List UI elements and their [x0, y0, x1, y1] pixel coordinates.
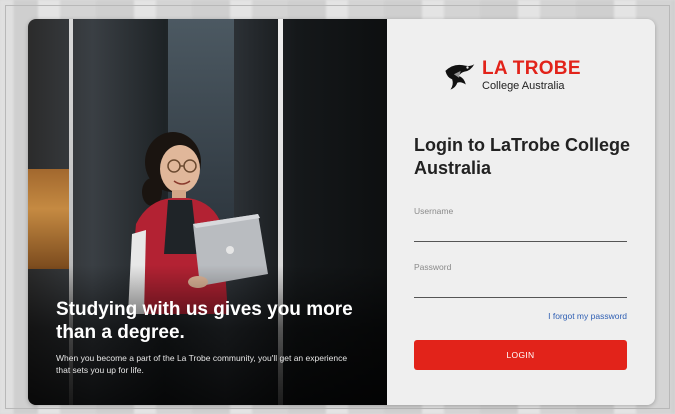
- brand-subname: College Australia: [482, 80, 565, 92]
- eagle-icon: [445, 64, 475, 90]
- login-form-panel: LA TROBE College Australia Login to LaTr…: [387, 19, 655, 405]
- wooden-shelf: [28, 169, 70, 269]
- username-label: Username: [414, 206, 454, 216]
- hero-panel: Studying with us gives you more than a d…: [28, 19, 387, 405]
- hero-headline: Studying with us gives you more than a d…: [56, 299, 353, 343]
- forgot-password-link[interactable]: I forgot my password: [548, 311, 627, 321]
- password-input[interactable]: [414, 278, 627, 298]
- password-label: Password: [414, 262, 452, 272]
- page-title: Login to LaTrobe College Australia: [414, 135, 630, 178]
- brand-name: LA TROBE: [482, 58, 581, 79]
- hero-subtext: When you become a part of the La Trobe c…: [56, 353, 348, 376]
- brand-logo: LA TROBE College Australia: [442, 59, 581, 93]
- username-input[interactable]: [414, 222, 627, 242]
- brand-wordmark: LA TROBE College Australia: [482, 59, 581, 93]
- login-card: Studying with us gives you more than a d…: [28, 19, 655, 405]
- login-button[interactable]: LOGIN: [414, 340, 627, 370]
